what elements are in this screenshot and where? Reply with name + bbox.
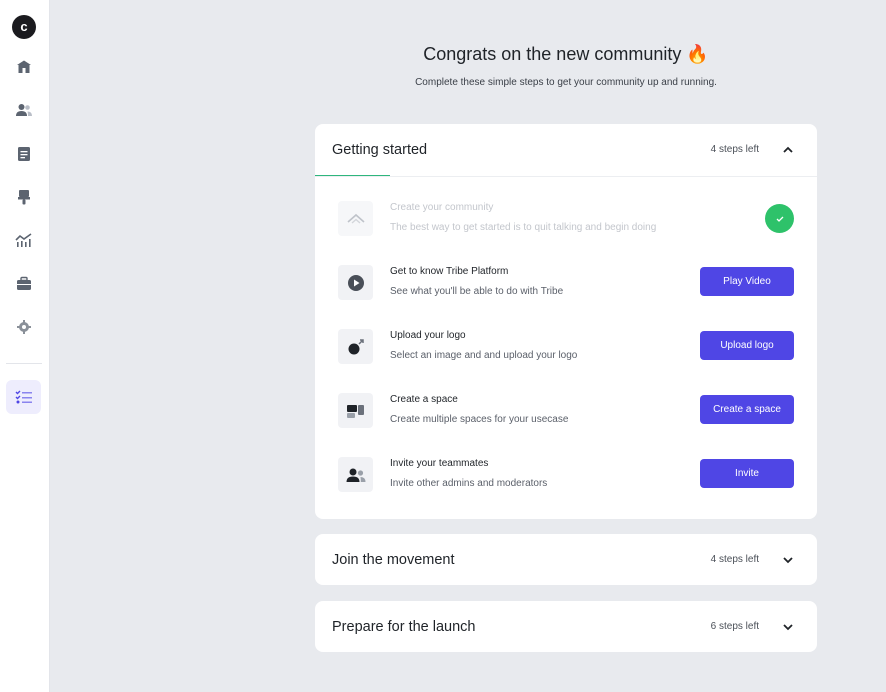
teammates-icon [338, 457, 373, 492]
section-join-the-movement[interactable]: Join the movement 4 steps left [315, 534, 817, 585]
step-description: Invite other admins and moderators [390, 478, 548, 489]
step-description: The best way to get started is to quit t… [390, 222, 657, 233]
section-header[interactable]: Join the movement 4 steps left [315, 534, 817, 586]
logo-upload-icon [338, 329, 373, 364]
section-prepare-for-launch[interactable]: Prepare for the launch 6 steps left [315, 601, 817, 652]
steps-left-count: 4 steps left [710, 554, 759, 565]
section-getting-started: Getting started 4 steps left Create your… [315, 124, 817, 519]
step-get-to-know-tribe: Get to know Tribe Platform See what you'… [315, 264, 817, 304]
section-title: Getting started [332, 142, 428, 158]
step-description: Create multiple spaces for your usecase [390, 414, 569, 425]
content-icon[interactable] [15, 145, 33, 163]
step-description: Select an image and and upload your logo [390, 350, 578, 361]
analytics-icon[interactable] [15, 231, 33, 249]
sidebar: c [0, 0, 50, 692]
step-title: Get to know Tribe Platform [390, 266, 509, 277]
create-space-button[interactable]: Create a space [700, 395, 794, 424]
play-video-button[interactable]: Play Video [700, 267, 794, 296]
home-icon[interactable] [15, 58, 33, 76]
page-title: Congrats on the new community 🔥 [423, 44, 709, 64]
appearance-icon[interactable] [15, 188, 33, 206]
play-icon [338, 265, 373, 300]
community-icon [338, 201, 373, 236]
steps-left-count: 6 steps left [710, 621, 759, 632]
step-title: Invite your teammates [390, 458, 489, 469]
apps-icon[interactable] [15, 275, 33, 293]
sidebar-divider [6, 363, 42, 364]
settings-icon[interactable] [15, 318, 33, 336]
completed-check-icon [765, 204, 794, 233]
section-title: Prepare for the launch [332, 619, 476, 635]
community-logo[interactable]: c [12, 15, 36, 39]
upload-logo-button[interactable]: Upload logo [700, 331, 794, 360]
header-divider [315, 176, 817, 177]
step-create-community: Create your community The best way to ge… [315, 200, 817, 240]
invite-button[interactable]: Invite [700, 459, 794, 488]
chevron-down-icon[interactable] [781, 620, 795, 634]
step-description: See what you'll be able to do with Tribe [390, 286, 564, 297]
chevron-up-icon[interactable] [781, 143, 795, 157]
section-header[interactable]: Prepare for the launch 6 steps left [315, 601, 817, 653]
spaces-icon [338, 393, 373, 428]
chevron-down-icon[interactable] [781, 553, 795, 567]
page-subtitle: Complete these simple steps to get your … [415, 77, 717, 88]
checklist-icon[interactable] [6, 380, 41, 414]
step-upload-logo: Upload your logo Select an image and and… [315, 328, 817, 368]
step-invite-teammates: Invite your teammates Invite other admin… [315, 456, 817, 496]
step-title: Upload your logo [390, 330, 466, 341]
step-create-space: Create a space Create multiple spaces fo… [315, 392, 817, 432]
step-title: Create a space [390, 394, 458, 405]
step-title: Create your community [390, 202, 494, 213]
section-header[interactable]: Getting started 4 steps left [315, 124, 817, 177]
members-icon[interactable] [15, 101, 33, 119]
section-title: Join the movement [332, 552, 455, 568]
steps-left-count: 4 steps left [710, 144, 759, 155]
